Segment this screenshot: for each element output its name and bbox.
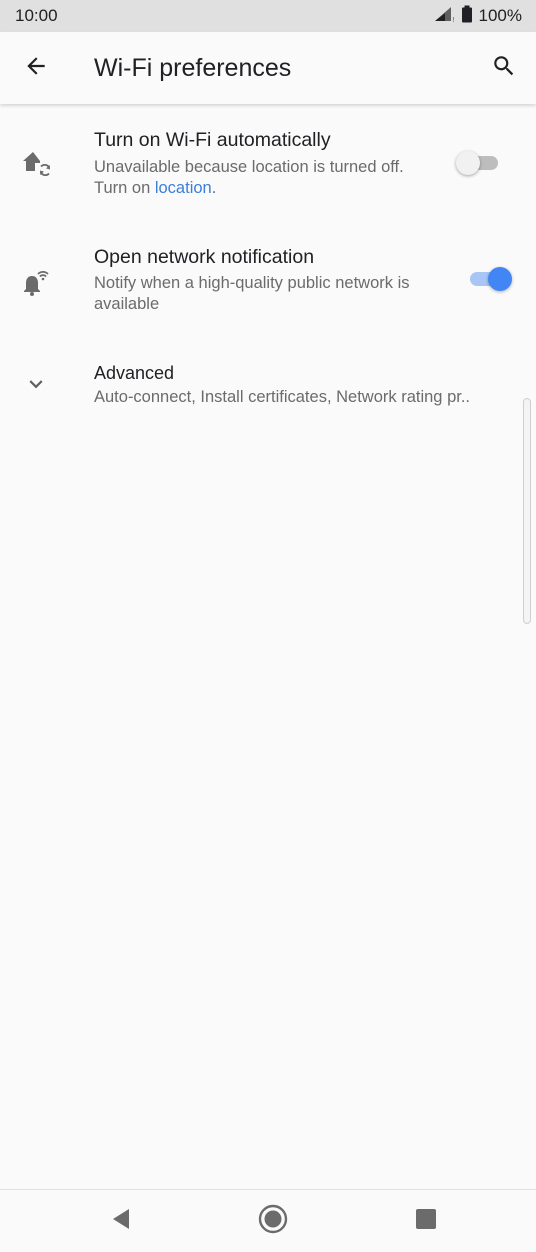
- page-title: Wi-Fi preferences: [94, 54, 292, 82]
- pref-title: Advanced: [94, 363, 175, 383]
- pref-title: Turn on Wi-Fi automatically: [94, 129, 331, 151]
- back-button[interactable]: [20, 52, 52, 84]
- nav-home-button[interactable]: [256, 1204, 290, 1238]
- back-triangle-icon: [109, 1207, 133, 1236]
- pref-summary: Unavailable because location is turned o…: [94, 157, 424, 199]
- home-wifi-sync-icon: [18, 146, 54, 182]
- nav-recents-button[interactable]: [409, 1204, 443, 1238]
- pref-advanced[interactable]: Advanced Auto-connect, Install certifica…: [0, 350, 536, 420]
- search-icon: [491, 53, 517, 84]
- pref-open-network-notification[interactable]: Open network notification Notify when a …: [0, 230, 536, 330]
- pref-title: Open network notification: [94, 246, 315, 268]
- pref-summary: Notify when a high-quality public networ…: [94, 274, 410, 313]
- status-icons: ! 100%: [433, 5, 522, 28]
- battery-percentage: 100%: [478, 6, 522, 25]
- location-link[interactable]: location: [155, 179, 212, 197]
- status-time: 10:00: [15, 6, 58, 25]
- wifi-auto-toggle[interactable]: [456, 150, 502, 176]
- battery-icon: [461, 5, 473, 28]
- svg-text:!: !: [452, 16, 455, 23]
- signal-icon: !: [433, 5, 455, 28]
- open-network-toggle[interactable]: [466, 266, 512, 292]
- pref-summary: Auto-connect, Install certificates, Netw…: [94, 388, 470, 406]
- pref-summary-text: Unavailable because location is turned o…: [94, 158, 404, 197]
- search-button[interactable]: [488, 52, 520, 84]
- recents-square-icon: [415, 1208, 437, 1235]
- back-arrow-icon: [23, 53, 49, 84]
- navigation-bar: [0, 1189, 536, 1252]
- chevron-down-icon: [18, 366, 54, 402]
- notification-wifi-icon: [18, 265, 54, 301]
- scrollbar[interactable]: [523, 398, 531, 624]
- pref-turn-on-wifi-automatically[interactable]: Turn on Wi-Fi automatically Unavailable …: [0, 112, 536, 218]
- pref-summary-end: .: [211, 179, 217, 197]
- toggle-thumb: [456, 151, 480, 175]
- toggle-thumb: [488, 267, 512, 291]
- status-bar: 10:00 ! 100%: [0, 0, 536, 32]
- app-bar: Wi-Fi preferences: [0, 32, 536, 104]
- home-circle-icon: [257, 1203, 289, 1240]
- nav-back-button[interactable]: [104, 1204, 138, 1238]
